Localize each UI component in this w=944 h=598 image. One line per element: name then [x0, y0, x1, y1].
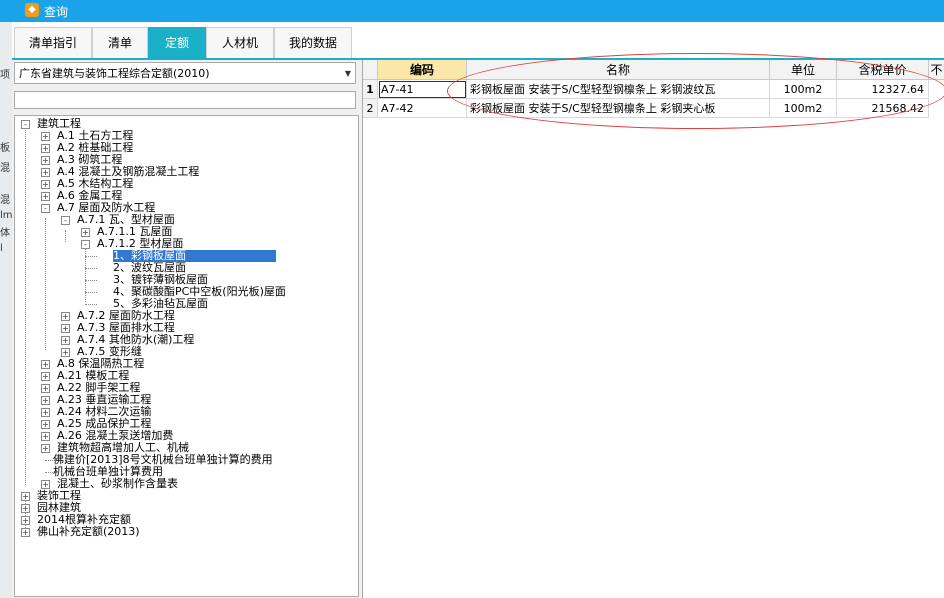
column-header-code[interactable]: 编码	[378, 60, 467, 80]
app-icon: ◆	[25, 3, 39, 17]
tab-my-data[interactable]: 我的数据	[274, 27, 352, 58]
cell-name[interactable]: 彩钢板屋面 安装于S/C型轻型钢檩条上 彩钢波纹瓦	[467, 80, 770, 99]
column-header-unit[interactable]: 单位	[770, 60, 837, 80]
cell-code[interactable]: A7-42	[378, 99, 467, 118]
parent-window-fragment: lm	[0, 210, 13, 221]
expand-icon[interactable]: +	[41, 420, 50, 429]
row-number[interactable]: 1	[363, 80, 378, 99]
tree-guide-line	[85, 292, 97, 293]
parent-window-fragment: 项	[0, 70, 10, 81]
row-number-header	[363, 60, 378, 80]
tree-node-label: 佛山补充定额(2013)	[37, 525, 140, 538]
tree-node[interactable]: + A.7.4 其他防水(潮)工程	[15, 334, 358, 346]
expand-icon[interactable]: +	[41, 144, 50, 153]
expand-icon[interactable]: +	[21, 492, 30, 501]
expand-icon[interactable]: +	[41, 192, 50, 201]
parent-window-fragment: 混	[0, 195, 10, 206]
expand-icon[interactable]: +	[41, 408, 50, 417]
title-bar: ◆ 查询	[0, 0, 944, 22]
collapse-icon[interactable]: -	[81, 240, 90, 249]
cell-name[interactable]: 彩钢板屋面 安装于S/C型轻型钢檩条上 彩钢夹心板	[467, 99, 770, 118]
tree-node[interactable]: + A.7.2 屋面防水工程	[15, 310, 358, 322]
expand-icon[interactable]: +	[61, 348, 70, 357]
cell-code[interactable]: A7-41	[378, 80, 467, 99]
tab-list[interactable]: 清单	[92, 27, 148, 58]
expand-icon[interactable]: +	[21, 504, 30, 513]
cell-price[interactable]: 12327.64	[837, 80, 929, 99]
tree-guide-line	[85, 256, 97, 257]
expand-icon[interactable]: +	[41, 156, 50, 165]
tree-guide-line	[85, 304, 97, 305]
tree-guide-line	[85, 280, 97, 281]
tree-node[interactable]: - A.7 屋面及防水工程	[15, 202, 358, 214]
window-title: 查询	[44, 5, 69, 19]
expand-icon[interactable]: +	[41, 432, 50, 441]
expand-icon[interactable]: +	[61, 336, 70, 345]
expand-icon[interactable]: +	[41, 396, 50, 405]
expand-icon[interactable]: +	[41, 132, 50, 141]
expand-icon[interactable]: +	[41, 360, 50, 369]
expand-icon[interactable]: +	[61, 312, 70, 321]
expand-icon[interactable]: +	[41, 180, 50, 189]
parent-window-fragment: l	[0, 243, 3, 254]
expand-icon[interactable]: +	[41, 384, 50, 393]
tab-list-guide[interactable]: 清单指引	[14, 27, 92, 58]
collapse-icon[interactable]: -	[61, 216, 70, 225]
tree-guide-line	[85, 268, 97, 269]
expand-icon[interactable]: +	[41, 480, 50, 489]
tree-node[interactable]: 1、彩钢板屋面	[15, 250, 358, 262]
expand-icon[interactable]: +	[41, 444, 50, 453]
cell-price[interactable]: 21568.42	[837, 99, 929, 118]
row-number[interactable]: 2	[363, 99, 378, 118]
search-input[interactable]	[14, 91, 356, 109]
column-header-name[interactable]: 名称	[467, 60, 770, 80]
expand-icon[interactable]: +	[21, 528, 30, 537]
expand-icon[interactable]: +	[21, 516, 30, 525]
collapse-icon[interactable]: -	[21, 120, 30, 129]
parent-window-fragment: 板	[0, 143, 10, 154]
tree-node[interactable]: + A.7.1.1 瓦屋面	[15, 226, 358, 238]
tree-node[interactable]: 5、多彩油毡瓦屋面	[15, 298, 358, 310]
expand-icon[interactable]: +	[41, 168, 50, 177]
cell-unit[interactable]: 100m2	[770, 80, 837, 99]
chevron-down-icon[interactable]: ▼	[345, 63, 351, 85]
cell-unit[interactable]: 100m2	[770, 99, 837, 118]
expand-icon[interactable]: +	[61, 324, 70, 333]
collapse-icon[interactable]: -	[41, 204, 50, 213]
column-header-price[interactable]: 含税单价	[837, 60, 929, 80]
expand-icon[interactable]: +	[41, 372, 50, 381]
tab-labor-material-machine[interactable]: 人材机	[206, 27, 274, 58]
left-panel: 广东省建筑与装饰工程综合定额(2010) ▼ - 建筑工程 + A.1 土石方工程 + A…	[12, 60, 360, 598]
parent-window-fragment: 混	[0, 163, 10, 174]
column-header-extra[interactable]: 不	[929, 60, 944, 80]
quota-grid: 编码 名称 单位 含税单价 不 1 A7-41 彩钢板屋面 安装于S/C型轻型钢…	[362, 60, 944, 598]
expand-icon[interactable]: +	[81, 228, 90, 237]
tree-node[interactable]: + 佛山补充定额(2013)	[15, 526, 358, 538]
quota-library-value: 广东省建筑与装饰工程综合定额(2010)	[19, 67, 210, 80]
tree-node[interactable]: - A.7.1.2 型材屋面	[15, 238, 358, 250]
quota-library-select[interactable]: 广东省建筑与装饰工程综合定额(2010) ▼	[14, 62, 356, 84]
parent-window-fragment: 体	[0, 228, 10, 239]
tab-bar: 清单指引 清单 定额 人材机 我的数据	[12, 22, 944, 60]
tab-quota[interactable]: 定额	[148, 27, 206, 58]
quota-tree: - 建筑工程 + A.1 土石方工程 + A.2 桩基础工程 + A.3 砌筑工程 + A.4 混…	[14, 115, 359, 597]
tree-node[interactable]: - A.7.1 瓦、型材屋面	[15, 214, 358, 226]
